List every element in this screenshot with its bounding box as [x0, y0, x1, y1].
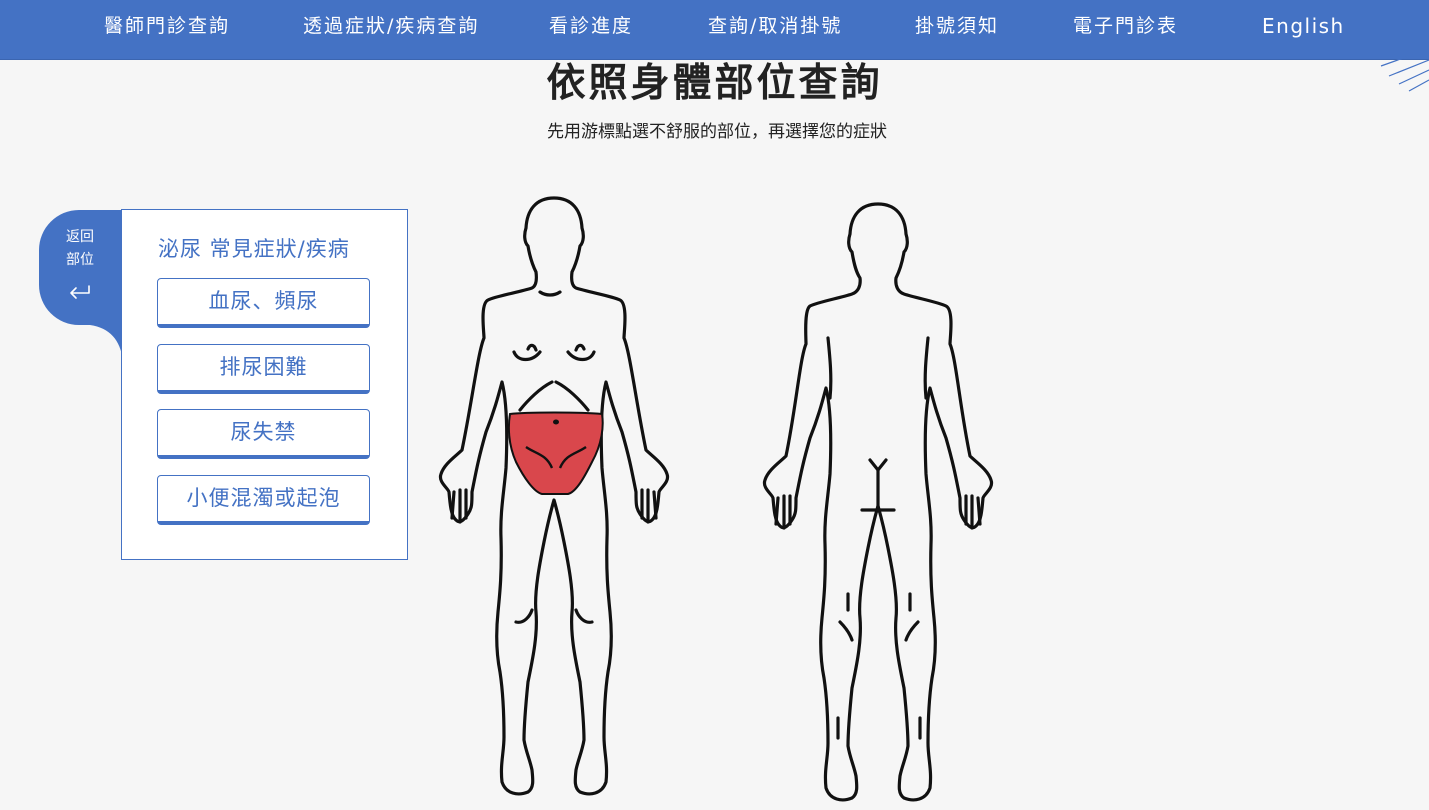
nav-english[interactable]: English — [1262, 0, 1345, 52]
page-subtitle: 先用游標點選不舒服的部位，再選擇您的症狀 — [547, 122, 887, 142]
symptom-button-dysuria[interactable]: 排尿困難 — [157, 344, 370, 394]
back-tab-curve — [90, 300, 123, 360]
body-back-figure[interactable] — [760, 198, 1002, 804]
top-nav: 醫師門診查詢 透過症狀/疾病查詢 看診進度 查詢/取消掛號 掛號須知 電子門診表… — [0, 0, 1429, 60]
nav-registration-cancel[interactable]: 查詢/取消掛號 — [708, 0, 842, 52]
nav-registration-notes[interactable]: 掛號須知 — [915, 0, 999, 52]
page-title: 依照身體部位查詢 — [546, 61, 883, 106]
nav-consultation-progress[interactable]: 看診進度 — [549, 0, 633, 52]
symptom-button-incontinence[interactable]: 尿失禁 — [157, 409, 370, 459]
symptom-button-cloudy-urine[interactable]: 小便混濁或起泡 — [157, 475, 370, 525]
back-label-line1: 返回 — [66, 229, 94, 245]
back-label: 返回 部位 — [66, 226, 100, 272]
page: 醫師門診查詢 透過症狀/疾病查詢 看診進度 查詢/取消掛號 掛號須知 電子門診表… — [0, 0, 1429, 810]
pelvis-highlight-region[interactable] — [507, 411, 604, 495]
back-label-line2: 部位 — [66, 252, 94, 268]
body-front-figure[interactable] — [436, 192, 678, 802]
symptom-button-hematuria[interactable]: 血尿、頻尿 — [157, 278, 370, 328]
nav-doctor-clinic-search[interactable]: 醫師門診查詢 — [104, 0, 230, 52]
nav-symptom-search[interactable]: 透過症狀/疾病查詢 — [303, 0, 479, 52]
nav-clinic-schedule[interactable]: 電子門診表 — [1073, 0, 1178, 52]
return-arrow-icon — [70, 285, 90, 299]
panel-title: 泌尿 常見症狀/疾病 — [158, 237, 350, 261]
